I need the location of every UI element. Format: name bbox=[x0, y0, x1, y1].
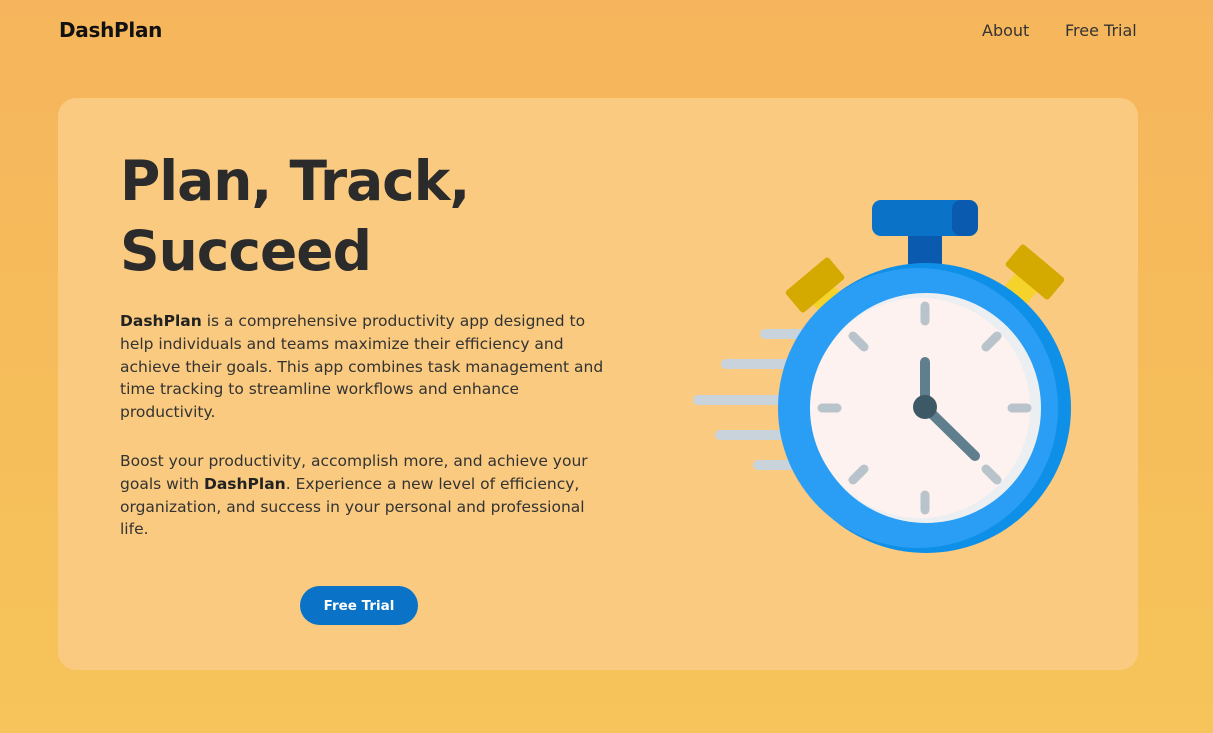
nav-about-link[interactable]: About bbox=[982, 21, 1029, 40]
free-trial-button[interactable]: Free Trial bbox=[300, 586, 418, 625]
hero-headline: Plan, Track, Succeed bbox=[120, 146, 580, 286]
stopwatch-icon bbox=[693, 200, 1071, 553]
nav-free-trial-link[interactable]: Free Trial bbox=[1065, 21, 1137, 40]
hero-description: DashPlan is a comprehensive productivity… bbox=[120, 310, 610, 424]
headline-line-2: Succeed bbox=[120, 219, 372, 283]
brand-mention: DashPlan bbox=[120, 312, 202, 330]
hero-subdescription: Boost your productivity, accomplish more… bbox=[120, 450, 610, 541]
brand-logo[interactable]: DashPlan bbox=[59, 18, 162, 42]
top-nav: DashPlan About Free Trial bbox=[0, 0, 1213, 62]
headline-line-1: Plan, Track, bbox=[120, 149, 470, 213]
brand-mention: DashPlan bbox=[203, 474, 286, 493]
